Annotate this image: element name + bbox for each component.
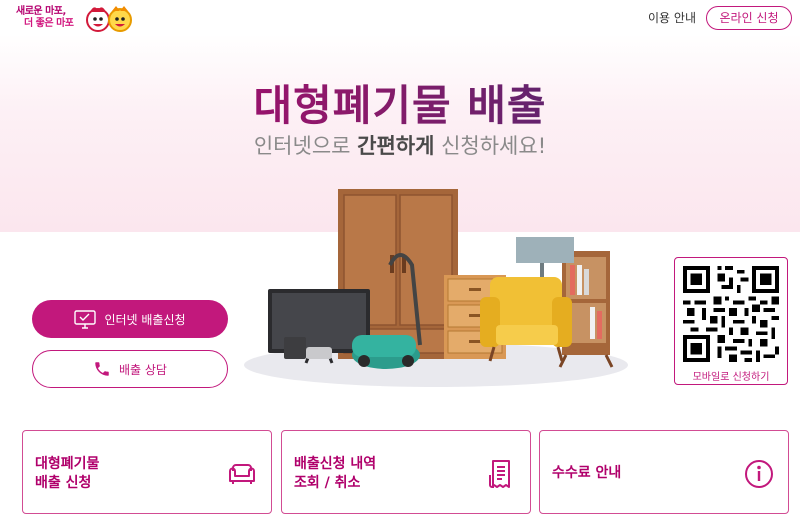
top-navigation-bar: 새로운 마포, 더 좋은 마포 이용 안내 온라인 신청	[0, 0, 800, 34]
usage-guide-link[interactable]: 이용 안내	[648, 9, 696, 26]
sofa-icon	[229, 464, 255, 484]
logo-line-2: 더 좋은 마포	[24, 18, 74, 29]
card-apply-history[interactable]: 배출신청 내역 조회 / 취소	[281, 430, 531, 514]
card-bulky-waste-apply[interactable]: 대형폐기물 배출 신청	[22, 430, 272, 514]
qr-label: 모바일로 신청하기	[692, 372, 770, 383]
card-label: 대형폐기물 배출 신청	[35, 455, 175, 493]
subtitle-pre: 인터넷으로	[253, 134, 358, 158]
internet-apply-label: 인터넷 배출신청	[104, 312, 186, 327]
phone-icon	[95, 362, 109, 376]
card-label-line-1: 대형폐기물	[35, 456, 100, 472]
consult-label: 배출 상담	[119, 362, 167, 377]
online-apply-button[interactable]: 온라인 신청	[706, 6, 792, 30]
mapo-logo[interactable]: 새로운 마포, 더 좋은 마포	[12, 2, 132, 34]
computer-monitor-icon	[74, 310, 97, 329]
consult-button[interactable]: 배출 상담	[32, 350, 228, 388]
mascot-icon	[86, 6, 132, 32]
card-label: 배출신청 내역 조회 / 취소	[294, 455, 434, 493]
receipt-icon	[489, 460, 510, 488]
card-label-line-2: 조회 / 취소	[294, 475, 361, 491]
bulky-waste-illustration	[244, 189, 628, 387]
page-title: 대형폐기물 배출	[0, 72, 800, 133]
card-fee-guide[interactable]: 수수료 안내	[539, 430, 789, 514]
mobile-qr-panel[interactable]: 모바일로 신청하기	[674, 257, 788, 385]
subtitle-post: 신청하세요!	[434, 134, 547, 158]
info-icon	[745, 460, 773, 488]
qr-code-icon	[683, 266, 779, 362]
card-label-line-2: 배출 신청	[35, 475, 92, 491]
page-subtitle: 인터넷으로 간편하게 신청하세요!	[0, 130, 800, 160]
card-label-line-1: 배출신청 내역	[294, 456, 377, 472]
subtitle-bold: 간편하게	[357, 134, 435, 158]
logo-slogan: 새로운 마포, 더 좋은 마포	[16, 6, 74, 30]
card-label: 수수료 안내	[552, 465, 622, 481]
logo-line-1: 새로운 마포,	[16, 6, 66, 17]
internet-apply-button[interactable]: 인터넷 배출신청	[32, 300, 228, 338]
